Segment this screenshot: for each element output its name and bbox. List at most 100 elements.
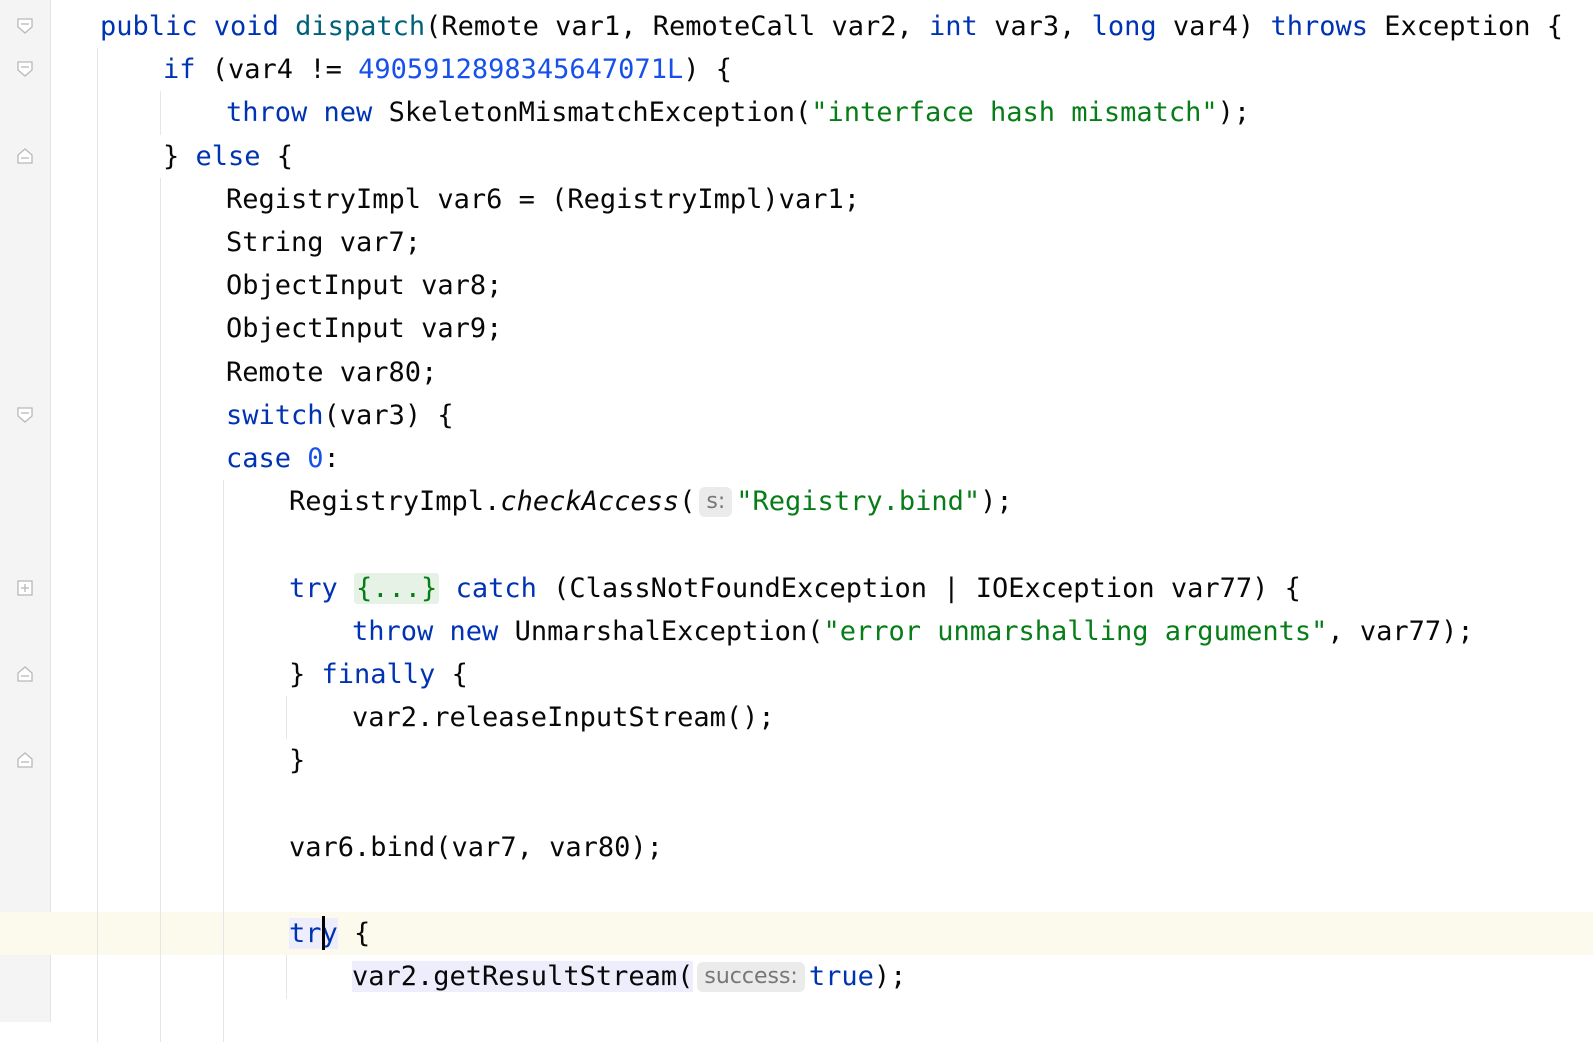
code-token: Remote var80; xyxy=(226,356,438,388)
code-text: String var7; xyxy=(226,221,421,264)
code-line[interactable]: RegistryImpl.checkAccess(s: "Registry.bin… xyxy=(0,480,1593,523)
code-token: new xyxy=(449,615,515,647)
code-line[interactable]: } xyxy=(0,739,1593,782)
code-token: finally xyxy=(321,659,452,690)
indent-guide xyxy=(286,955,287,999)
code-line[interactable] xyxy=(0,869,1593,912)
code-text: try { xyxy=(289,912,370,955)
code-text: RegistryImpl var6 = (RegistryImpl)var1; xyxy=(226,178,860,221)
code-line[interactable] xyxy=(0,783,1593,826)
code-token: Exception { xyxy=(1384,11,1564,42)
parameter-hint: s: xyxy=(699,487,733,518)
indent-guide xyxy=(223,480,224,1042)
code-text: var6.bind(var7, var80); xyxy=(289,826,663,869)
code-token: ) { xyxy=(683,54,732,86)
code-line[interactable]: ObjectInput var9; xyxy=(0,307,1593,350)
code-token: switch xyxy=(226,399,324,431)
code-token: SkeletonMismatchException( xyxy=(388,97,812,129)
code-token: var4) xyxy=(1172,11,1271,42)
code-text: } xyxy=(289,739,305,782)
code-token: RegistryImpl. xyxy=(289,486,501,518)
code-token: tr xyxy=(289,918,322,950)
code-line[interactable]: if (var4 != 4905912898345647071L) { xyxy=(0,48,1593,91)
code-line[interactable]: var2.getResultStream(success: true); xyxy=(0,955,1593,998)
code-text: switch(var3) { xyxy=(226,394,454,437)
code-text: ObjectInput var9; xyxy=(226,307,502,350)
code-text: ObjectInput var8; xyxy=(226,264,502,307)
indent-guide xyxy=(97,48,98,1042)
code-token: (var3) { xyxy=(323,399,454,431)
code-line[interactable]: case 0: xyxy=(0,437,1593,480)
code-token: (var4 != xyxy=(211,54,359,86)
code-line[interactable]: } else { xyxy=(0,135,1593,178)
code-token: var6.bind(var7, var80); xyxy=(289,831,663,863)
code-token: throw xyxy=(352,615,450,647)
code-line[interactable]: var2.releaseInputStream(); xyxy=(0,696,1593,739)
code-token: case xyxy=(226,443,308,474)
code-token: true xyxy=(808,961,874,993)
code-line[interactable]: switch(var3) { xyxy=(0,394,1593,437)
code-token: ( xyxy=(679,486,696,518)
indent-guide xyxy=(160,91,161,135)
code-token: ObjectInput var9; xyxy=(226,313,503,345)
code-token: throw xyxy=(226,97,324,129)
code-line[interactable]: try {...} catch (ClassNotFoundException … xyxy=(0,567,1593,610)
code-token: { xyxy=(276,140,294,172)
code-token: public xyxy=(100,11,214,42)
code-token: var3, xyxy=(994,11,1092,42)
code-token: ); xyxy=(873,961,907,993)
code-token: dispatch xyxy=(295,11,426,42)
code-token: , var77); xyxy=(1327,615,1474,647)
code-text: } finally { xyxy=(289,653,468,696)
code-token: { xyxy=(451,659,468,690)
code-line[interactable]: } finally { xyxy=(0,653,1593,696)
code-line[interactable]: public void dispatch(Remote var1, Remote… xyxy=(0,5,1593,48)
code-text: throw new UnmarshalException("error unma… xyxy=(352,610,1474,653)
code-line[interactable]: var6.bind(var7, var80); xyxy=(0,826,1593,869)
code-text: public void dispatch(Remote var1, Remote… xyxy=(100,5,1563,48)
code-token: "Registry.bind" xyxy=(736,486,981,518)
code-token: RegistryImpl var6 = (RegistryImpl)var1; xyxy=(226,183,860,215)
code-text: case 0: xyxy=(226,437,340,480)
code-token: 4905912898345647071L xyxy=(358,54,684,86)
code-token: (Remote var1, RemoteCall var2, xyxy=(425,11,930,42)
code-token: (ClassNotFoundException | IOException va… xyxy=(553,572,1301,604)
code-token: catch xyxy=(455,572,554,604)
code-line[interactable]: Remote var80; xyxy=(0,351,1593,394)
code-token: var2.releaseInputStream(); xyxy=(352,702,775,734)
folded-block[interactable]: {...} xyxy=(354,572,440,604)
code-line[interactable]: throw new SkeletonMismatchException("int… xyxy=(0,91,1593,134)
code-token: ObjectInput var8; xyxy=(226,270,503,302)
code-token: { xyxy=(337,918,371,950)
code-token: throws xyxy=(1270,11,1385,42)
parameter-hint: success: xyxy=(697,962,805,993)
code-text: if (var4 != 4905912898345647071L) { xyxy=(163,48,732,91)
code-line[interactable]: try { xyxy=(0,912,1593,956)
code-line[interactable] xyxy=(0,523,1593,566)
code-token: var2.getResultStream( xyxy=(352,961,694,993)
code-text: } else { xyxy=(163,135,293,178)
text-caret xyxy=(321,915,325,950)
code-line[interactable]: String var7; xyxy=(0,221,1593,264)
code-line[interactable]: throw new UnmarshalException("error unma… xyxy=(0,610,1593,653)
code-token: ); xyxy=(980,486,1013,518)
code-text: var2.getResultStream(success: true); xyxy=(352,955,906,998)
code-text: var2.releaseInputStream(); xyxy=(352,696,775,739)
code-text: try {...} catch (ClassNotFoundException … xyxy=(289,567,1301,610)
code-text: RegistryImpl.checkAccess(s: "Registry.bin… xyxy=(289,480,1013,523)
code-line[interactable]: RegistryImpl var6 = (RegistryImpl)var1; xyxy=(0,178,1593,221)
code-editor[interactable]: public void dispatch(Remote var1, Remote… xyxy=(0,0,1593,1042)
code-token: if xyxy=(163,54,212,86)
code-token: : xyxy=(323,443,340,474)
code-token: checkAccess xyxy=(500,486,680,518)
code-line[interactable]: ObjectInput var8; xyxy=(0,264,1593,307)
code-token: int xyxy=(929,11,995,42)
code-token: String var7; xyxy=(226,227,422,258)
code-token: } xyxy=(289,745,306,777)
code-token: } xyxy=(289,659,322,690)
code-token: 0 xyxy=(307,443,324,474)
code-text: Remote var80; xyxy=(226,351,437,394)
code-token: new xyxy=(323,97,389,129)
code-token: } xyxy=(163,140,196,172)
code-token: "interface hash mismatch" xyxy=(811,97,1218,129)
